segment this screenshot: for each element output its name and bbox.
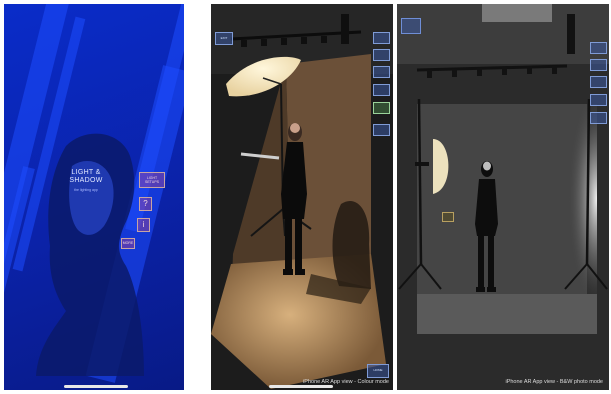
- light-control-button[interactable]: [590, 59, 607, 71]
- info-button[interactable]: i: [137, 218, 150, 232]
- mode-button[interactable]: [590, 112, 607, 124]
- home-indicator: [269, 385, 333, 388]
- light-marker[interactable]: [442, 212, 454, 222]
- light-control-button[interactable]: [590, 76, 607, 88]
- exit-button[interactable]: EXIT: [215, 32, 233, 45]
- light-control-button[interactable]: [373, 84, 390, 96]
- exit-button[interactable]: [401, 18, 421, 34]
- portrait-silhouette: [36, 133, 144, 376]
- light-control-button[interactable]: [373, 66, 390, 78]
- screen-caption: iPhone AR App view - B&W photo mode: [505, 379, 603, 385]
- splash-screen: LIGHT & SHADOW the lighting app LIGHT SE…: [4, 4, 184, 390]
- light-control-button[interactable]: [373, 49, 390, 61]
- light-control-button[interactable]: [590, 42, 607, 54]
- ar-colour-view: EXIT HOME iPhone AR App view - Colour mo…: [211, 4, 393, 390]
- studio-scene: [397, 4, 609, 390]
- light-control-button[interactable]: [373, 32, 390, 44]
- light-setups-button[interactable]: LIGHT SETUPS: [139, 172, 165, 188]
- studio-scene: [211, 4, 393, 390]
- help-button[interactable]: ?: [139, 197, 152, 211]
- home-indicator: [64, 385, 128, 388]
- app-title: LIGHT & SHADOW: [56, 169, 116, 185]
- light-control-button[interactable]: [590, 94, 607, 106]
- active-light-button[interactable]: [373, 102, 390, 114]
- app-subtitle: the lighting app: [74, 188, 98, 192]
- ar-bw-view: iPhone AR App view - B&W photo mode: [397, 4, 609, 390]
- home-button[interactable]: HOME: [367, 364, 389, 378]
- title-line: SHADOW: [69, 177, 103, 184]
- title-line: LIGHT &: [71, 169, 101, 176]
- more-button[interactable]: MORE: [121, 238, 135, 249]
- mode-button[interactable]: [373, 124, 390, 136]
